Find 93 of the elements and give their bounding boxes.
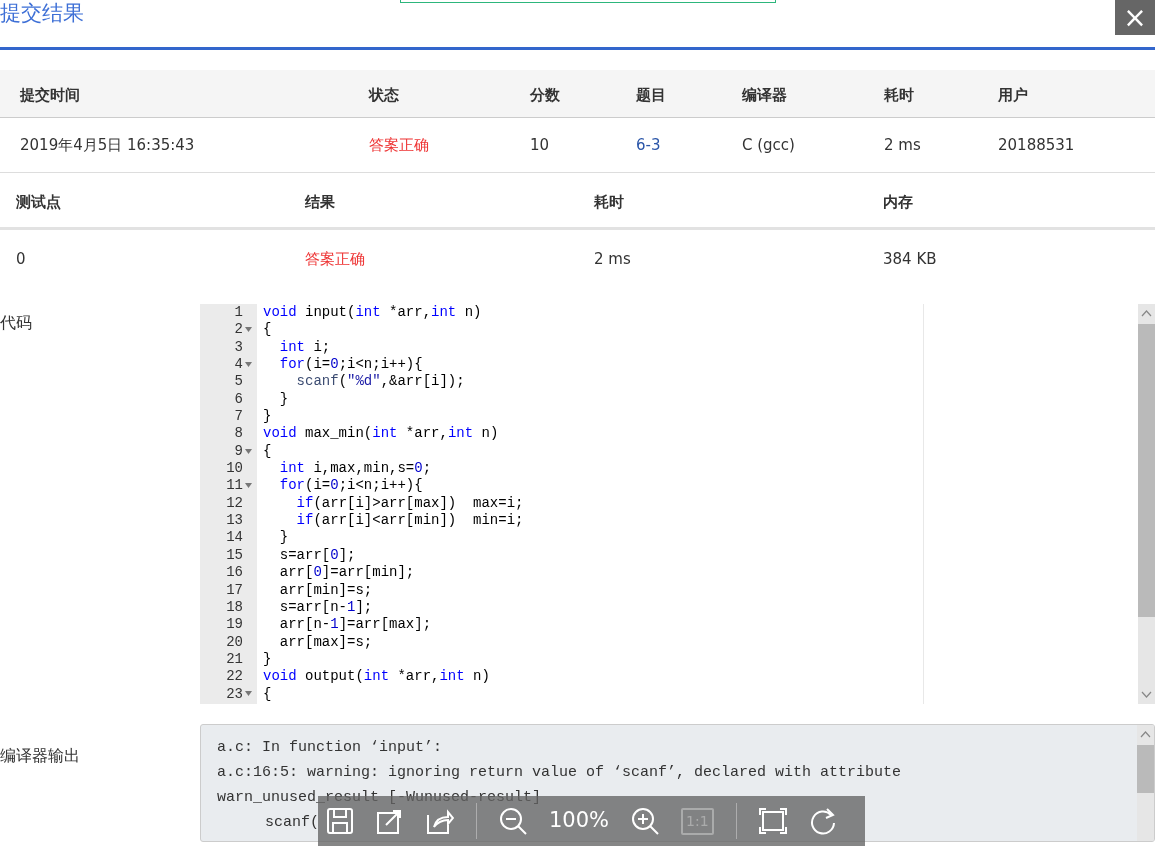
column-header: 提交时间 [20, 85, 80, 106]
zoom-out-icon[interactable] [499, 807, 527, 835]
fold-arrow-icon[interactable] [244, 691, 252, 697]
table-cell-text: 2 ms [594, 249, 631, 270]
code-line: s=arr[0]; [278, 546, 356, 565]
line-number: 2 [234, 321, 243, 339]
status-text: 答案正确 [369, 135, 429, 156]
output-line: a.c: In function ‘input’: [217, 738, 443, 758]
code-line: if(arr[i]>arr[max]) max=i; [295, 494, 524, 513]
output-line: a.c:16:5: warning: ignoring return value of ‘scanf’, declared with attribute [217, 763, 902, 783]
code-line: { [263, 321, 272, 339]
scrollbar[interactable] [1138, 304, 1155, 704]
line-number: 23 [226, 685, 243, 703]
table-cell-text: 10 [530, 135, 550, 156]
line-number: 13 [226, 512, 243, 530]
zoom-in-icon[interactable] [631, 807, 660, 835]
table-cell-text: C (gcc) [742, 135, 795, 156]
line-number: 20 [226, 633, 243, 651]
code-line: if(arr[i]<arr[min]) min=i; [295, 512, 524, 530]
table-cell-text: 0 [16, 249, 26, 270]
code-line: arr[min]=s; [278, 581, 373, 599]
share-icon[interactable] [426, 807, 454, 835]
line-number: 16 [226, 564, 243, 582]
line-number: 8 [234, 425, 243, 443]
column-header: 状态 [369, 85, 399, 106]
table-cell-text: 20188531 [998, 135, 1075, 156]
scroll-up-icon[interactable] [1141, 308, 1152, 319]
code-line: void input(int *arr,int n) [263, 304, 482, 322]
code-line: arr[n-1]=arr[max]; [278, 616, 432, 634]
close-button[interactable]: × [1115, 0, 1155, 35]
section-label: 编译器输出 [0, 745, 81, 767]
code-line: s=arr[n-1]; [278, 598, 373, 617]
code-line: for(i=0;i<n;i++){ [278, 477, 423, 495]
line-number: 18 [226, 598, 243, 617]
scrollbar[interactable] [1137, 725, 1154, 841]
rotate-icon[interactable] [808, 807, 837, 835]
code-line: arr[max]=s; [278, 633, 373, 651]
code-line: scanf("%d",&arr[i]); [295, 373, 465, 391]
problem-link[interactable]: 6-3 [636, 134, 661, 157]
dialog-title: 提交结果 [0, 0, 84, 26]
code-line: void max_min(int *arr,int n) [263, 425, 499, 443]
table-cell-text: 2 ms [884, 135, 921, 156]
fold-arrow-icon[interactable] [244, 483, 252, 489]
code-line: int i,max,min,s=0; [278, 460, 432, 478]
line-number: 17 [226, 581, 243, 599]
line-number: 9 [234, 442, 243, 461]
line-number: 7 [234, 408, 243, 426]
code-line: for(i=0;i<n;i++){ [278, 356, 423, 374]
column-header: 耗时 [594, 192, 624, 213]
column-header: 分数 [530, 85, 560, 106]
line-number: 3 [234, 338, 243, 357]
line-number: 10 [226, 460, 243, 478]
fold-arrow-icon[interactable] [244, 327, 252, 333]
line-number: 6 [234, 390, 243, 409]
column-header: 用户 [998, 85, 1028, 106]
section-label: 代码 [0, 312, 33, 334]
column-header: 耗时 [884, 85, 914, 106]
fold-arrow-icon[interactable] [244, 448, 252, 454]
export-icon[interactable] [376, 807, 404, 835]
zoom-level: 100% [549, 807, 610, 835]
table-cell-text: 2019年4月5日 16:35:43 [20, 135, 195, 156]
code-line: } [278, 529, 289, 547]
column-header: 编译器 [742, 85, 787, 106]
column-header: 题目 [636, 85, 666, 106]
save-icon[interactable] [326, 807, 354, 835]
code-line: } [263, 408, 272, 426]
status-text: 答案正确 [305, 249, 365, 270]
line-number: 15 [226, 546, 243, 565]
line-number: 5 [234, 373, 243, 391]
scroll-down-icon[interactable] [1141, 689, 1152, 700]
line-number: 11 [226, 477, 243, 495]
column-header: 结果 [305, 192, 335, 213]
code-line: } [263, 650, 272, 669]
code-line: { [263, 442, 272, 461]
line-number: 14 [226, 529, 243, 547]
line-number: 4 [234, 356, 243, 374]
code-line: { [263, 685, 272, 703]
line-number: 1 [234, 304, 243, 322]
code-line: int i; [278, 338, 331, 357]
column-header: 内存 [883, 192, 913, 213]
line-number: 21 [226, 650, 243, 669]
code-line: } [278, 390, 289, 409]
line-number: 22 [226, 668, 243, 686]
fullscreen-icon[interactable] [758, 807, 787, 835]
output-line: scanf( [264, 813, 319, 833]
scroll-up-icon[interactable] [1140, 729, 1151, 740]
table-cell-text: 384 KB [883, 249, 937, 270]
code-line: arr[0]=arr[min]; [278, 564, 415, 582]
line-number: 12 [226, 494, 243, 513]
code-line: void output(int *arr,int n) [263, 668, 490, 686]
fold-arrow-icon[interactable] [244, 361, 252, 367]
column-header: 测试点 [16, 192, 61, 213]
line-number: 19 [226, 616, 243, 634]
